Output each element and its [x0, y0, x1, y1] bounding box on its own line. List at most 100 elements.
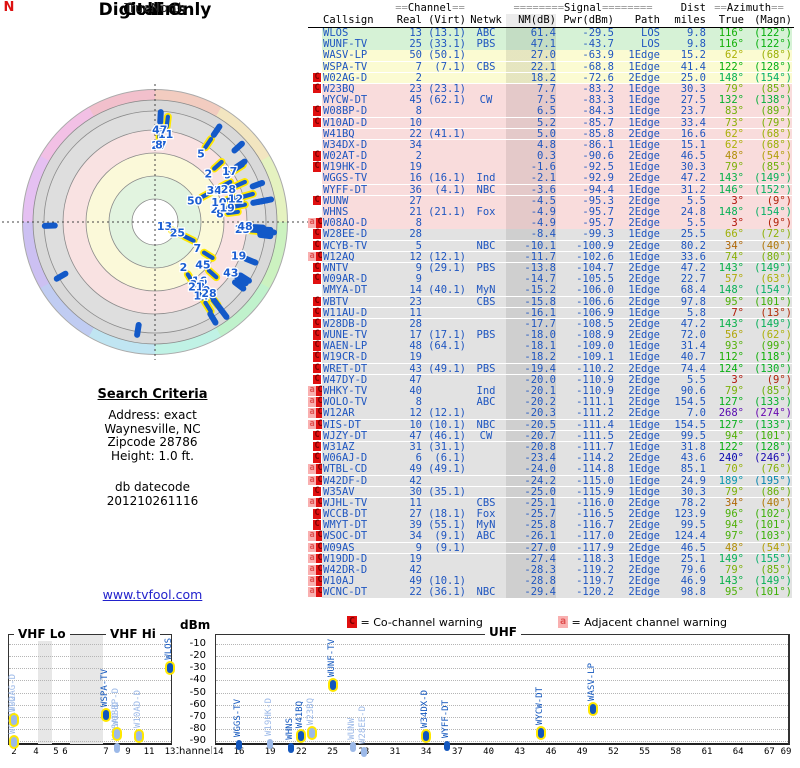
tvfool-link[interactable]: www.tvfool.com	[103, 587, 203, 602]
table-cell-cs: WAEN-LP	[322, 341, 394, 352]
co-channel-badge-icon: C	[313, 317, 321, 329]
table-cell-cs: W02AT-D	[322, 151, 394, 162]
channel-tick-label: 2	[10, 747, 18, 757]
table-row: C WJZY-DT 47 (46.1) CW -20.7 -111.5 2Edge 99.5 94…	[308, 430, 794, 442]
signal-lozenge	[41, 222, 58, 229]
table-cell-cs: WGGS-TV	[322, 173, 394, 185]
table-cell-path: 1Edge	[614, 106, 660, 118]
table-cell-virt	[422, 218, 466, 229]
table-cell-nm: -4.9	[506, 207, 556, 218]
table-cell-cs: WUNE-TV	[322, 330, 394, 341]
table-row: a C WOLO-TV 8 ABC -20.2 -111.1 2Edge 154.5 127° (1…	[308, 396, 794, 408]
table-cell-magn: (89°)	[744, 106, 792, 118]
table-cell-path: 2Edge	[614, 363, 660, 375]
table-cell-cs: WNTV	[322, 263, 394, 274]
table-cell-dist: 24.8	[660, 207, 706, 218]
table-cell-dist: 5.5	[660, 375, 706, 386]
table-cell-dist: 46.9	[660, 576, 706, 587]
col-nm: NM(dB)	[506, 14, 556, 27]
table-cell-pwr: -108.5	[556, 319, 614, 330]
table-cell-virt	[422, 553, 466, 565]
table-cell-w: C	[308, 486, 322, 498]
table-cell-magn: (101°)	[744, 431, 792, 442]
table-cell-w	[308, 173, 322, 185]
co-channel-badge-icon: C	[313, 194, 321, 206]
table-cell-magn: (85°)	[744, 84, 792, 95]
table-cell-az: 127°	[706, 419, 744, 431]
table-row: WHNS 21 (21.1) Fox -4.9 -95.7 2Edge 24.8 148° (15…	[308, 207, 794, 218]
channel-tick-label: 7	[102, 747, 110, 757]
table-cell-dist: 154.5	[660, 397, 706, 408]
table-cell-magn: (154°)	[744, 285, 792, 297]
table-cell-virt: (10.1)	[422, 576, 466, 587]
signal-bar	[135, 730, 142, 741]
table-cell-path: 2Edge	[614, 263, 660, 274]
table-cell-az: 73°	[706, 117, 744, 129]
table-cell-az: 96°	[706, 509, 744, 520]
table-cell-real: 47	[394, 375, 422, 386]
table-cell-nm: -18.1	[506, 341, 556, 352]
table-cell-pwr: -92.9	[556, 173, 614, 185]
table-cell-path: 1Edge	[614, 307, 660, 319]
table-cell-path: 1Edge	[614, 341, 660, 352]
adjacent-channel-badge-icon: a	[308, 250, 316, 262]
adjacent-channel-badge-icon: a	[308, 463, 316, 474]
radar-channel-label: 45	[195, 259, 210, 272]
table-cell-nm: -20.7	[506, 431, 556, 442]
table-cell-nm: -15.2	[506, 285, 556, 297]
col-virt: (Virt)	[428, 14, 466, 26]
table-cell-nm: -27.4	[506, 554, 556, 565]
adjacent-channel-badge-icon: a	[308, 396, 316, 407]
table-cell-az: 62°	[706, 128, 744, 140]
table-cell-magn: (152°)	[744, 184, 792, 196]
table-cell-dist: 43.6	[660, 453, 706, 464]
table-cell-w	[308, 184, 322, 196]
table-row: a C WCNC-DT 22 (36.1) NBC -29.4 -120.2 2Edge 98.8…	[308, 587, 794, 599]
adjacent-channel-badge-icon: a	[308, 385, 316, 396]
table-cell-pwr: -106.9	[556, 307, 614, 319]
table-cell-az: 3°	[706, 218, 744, 229]
col-path: Path	[634, 14, 660, 26]
table-cell-pwr: -105.5	[556, 274, 614, 285]
table-cell-w: C	[308, 274, 322, 285]
radar-channel-label: 7	[193, 242, 201, 255]
table-cell-az: 93°	[706, 341, 744, 352]
bar-callsign-label: W23BQ	[305, 697, 316, 725]
bar-callsign-label: W34DX-D	[420, 690, 431, 729]
channel-tick-label: 6	[61, 747, 69, 757]
table-row: WGGS-TV 16 (16.1) Ind -2.1 -92.9 2Edge 47.2 143°…	[308, 173, 794, 185]
table-cell-pwr: -43.7	[556, 39, 614, 50]
station-table: ==Channel== ========Signal======== Dist …	[308, 2, 794, 599]
gridline	[9, 668, 171, 670]
table-cell-magn: (101°)	[744, 587, 792, 599]
channel-tick-label: 37	[450, 747, 464, 757]
table-cell-path: 1Edge	[614, 285, 660, 297]
table-cell-net	[466, 408, 506, 420]
table-cell-w: C	[308, 117, 322, 129]
adjacent-channel-badge-icon: a	[558, 616, 568, 628]
table-cell-virt	[422, 106, 466, 118]
table-cell-cs: WHKY-TV	[322, 386, 394, 397]
table-cell-magn: (274°)	[744, 408, 792, 420]
table-cell-net	[466, 162, 506, 173]
table-cell-magn: (101°)	[744, 296, 792, 308]
table-cell-magn: (128°)	[744, 61, 792, 73]
table-cell-nm: -17.7	[506, 319, 556, 330]
table-cell-dist: 46.5	[660, 542, 706, 554]
search-criteria-heading: Search Criteria	[97, 387, 208, 402]
co-channel-badge-icon: C	[347, 616, 357, 628]
co-channel-badge-icon: C	[313, 228, 321, 239]
bar-callsign-label: WLOS	[164, 637, 174, 660]
table-cell-pwr: -114.8	[556, 464, 614, 476]
table-cell-dist: 5.5	[660, 196, 706, 207]
table-cell-pwr: -29.5	[556, 28, 614, 39]
radar-channel-label: 2	[204, 168, 212, 181]
table-cell-net: NBC	[466, 587, 506, 599]
table-cell-cs: WSPA-TV	[322, 61, 394, 73]
table-cell-dist: 25.5	[660, 229, 706, 241]
table-cell-dist: 78.2	[660, 498, 706, 509]
table-cell-nm: -15.8	[506, 296, 556, 308]
table-cell-net: ABC	[466, 28, 506, 39]
channel-tick-label: 64	[731, 747, 745, 757]
table-cell-virt	[422, 374, 466, 386]
